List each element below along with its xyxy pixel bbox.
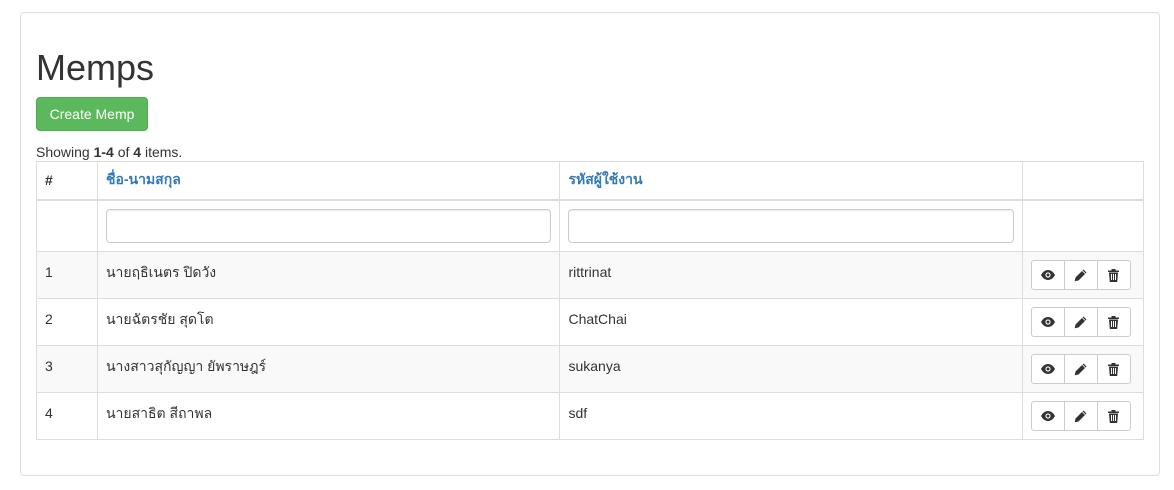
- filter-cell-empty: [36, 199, 98, 252]
- summary-total: 4: [133, 144, 142, 160]
- row-name: นางสาวสุกัญญา ยัพราษฎร์: [96, 345, 561, 393]
- pencil-icon: [1075, 363, 1087, 375]
- filter-row: [36, 199, 1145, 252]
- edit-button[interactable]: [1063, 401, 1098, 431]
- username-filter-input[interactable]: [568, 208, 1014, 243]
- eye-icon: [1040, 411, 1055, 421]
- view-button[interactable]: [1030, 307, 1065, 337]
- view-button[interactable]: [1030, 260, 1065, 290]
- column-header-actions: [1021, 161, 1145, 201]
- row-number: 1: [36, 251, 98, 299]
- delete-button[interactable]: [1096, 307, 1131, 337]
- row-actions: [1021, 392, 1145, 440]
- row-name: นายสาธิต สีถาพล: [96, 392, 561, 440]
- row-name: นายฤธิเนตร ปิดวัง: [96, 251, 561, 299]
- row-username: sukanya: [559, 345, 1023, 393]
- delete-button[interactable]: [1096, 401, 1131, 431]
- table-row: 3 นางสาวสุกัญญา ยัพราษฎร์ sukanya: [36, 345, 1145, 393]
- row-number: 4: [36, 392, 98, 440]
- row-name: นายฉัตรชัย สุดโต: [96, 298, 561, 346]
- action-button-group: [1030, 354, 1131, 384]
- sort-link-username[interactable]: รหัสผู้ใช้งาน: [568, 171, 642, 187]
- summary-range: 1-4: [93, 144, 114, 160]
- edit-button[interactable]: [1063, 354, 1098, 384]
- filter-cell-name: [96, 199, 561, 252]
- edit-button[interactable]: [1063, 307, 1098, 337]
- delete-button[interactable]: [1096, 260, 1131, 290]
- action-button-group: [1030, 401, 1131, 431]
- row-number: 2: [36, 298, 98, 346]
- pencil-icon: [1075, 316, 1087, 328]
- filter-cell-actions: [1021, 199, 1145, 252]
- summary-suffix: items.: [141, 144, 183, 160]
- trash-icon: [1108, 315, 1120, 329]
- row-actions: [1021, 251, 1145, 299]
- trash-icon: [1108, 268, 1120, 282]
- filter-cell-username: [559, 199, 1023, 252]
- table-row: 1 นายฤธิเนตร ปิดวัง rittrinat: [36, 251, 1145, 299]
- action-button-group: [1030, 260, 1131, 290]
- pencil-icon: [1075, 269, 1087, 281]
- table-row: 2 นายฉัตรชัย สุดโต ChatChai: [36, 298, 1145, 346]
- row-number: 3: [36, 345, 98, 393]
- page-title: Memps: [36, 47, 155, 88]
- create-memp-button[interactable]: Create Memp: [36, 97, 148, 131]
- edit-button[interactable]: [1063, 260, 1098, 290]
- table-header-row: # ชื่อ-นามสกุล รหัสผู้ใช้งาน: [36, 161, 1145, 201]
- row-username: rittrinat: [559, 251, 1023, 299]
- sort-link-name[interactable]: ชื่อ-นามสกุล: [106, 171, 181, 187]
- eye-icon: [1040, 270, 1055, 280]
- row-username: sdf: [559, 392, 1023, 440]
- view-button[interactable]: [1030, 401, 1065, 431]
- column-header-name: ชื่อ-นามสกุล: [96, 161, 561, 201]
- trash-icon: [1108, 409, 1120, 423]
- summary-prefix: Showing: [36, 144, 94, 160]
- row-actions: [1021, 345, 1145, 393]
- view-button[interactable]: [1030, 354, 1065, 384]
- name-filter-input[interactable]: [105, 208, 552, 243]
- trash-icon: [1108, 362, 1120, 376]
- memps-table: # ชื่อ-นามสกุล รหัสผู้ใช้งาน 1 นายฤธิเนต…: [36, 161, 1145, 440]
- eye-icon: [1040, 364, 1055, 374]
- row-username: ChatChai: [559, 298, 1023, 346]
- row-actions: [1021, 298, 1145, 346]
- action-button-group: [1030, 307, 1131, 337]
- eye-icon: [1040, 317, 1055, 327]
- column-header-username: รหัสผู้ใช้งาน: [559, 161, 1023, 201]
- summary-text: Showing 1-4 of 4 items.: [36, 143, 182, 161]
- pencil-icon: [1075, 410, 1087, 422]
- column-header-number: #: [36, 161, 98, 201]
- table-row: 4 นายสาธิต สีถาพล sdf: [36, 392, 1145, 440]
- delete-button[interactable]: [1096, 354, 1131, 384]
- summary-middle: of: [113, 144, 134, 160]
